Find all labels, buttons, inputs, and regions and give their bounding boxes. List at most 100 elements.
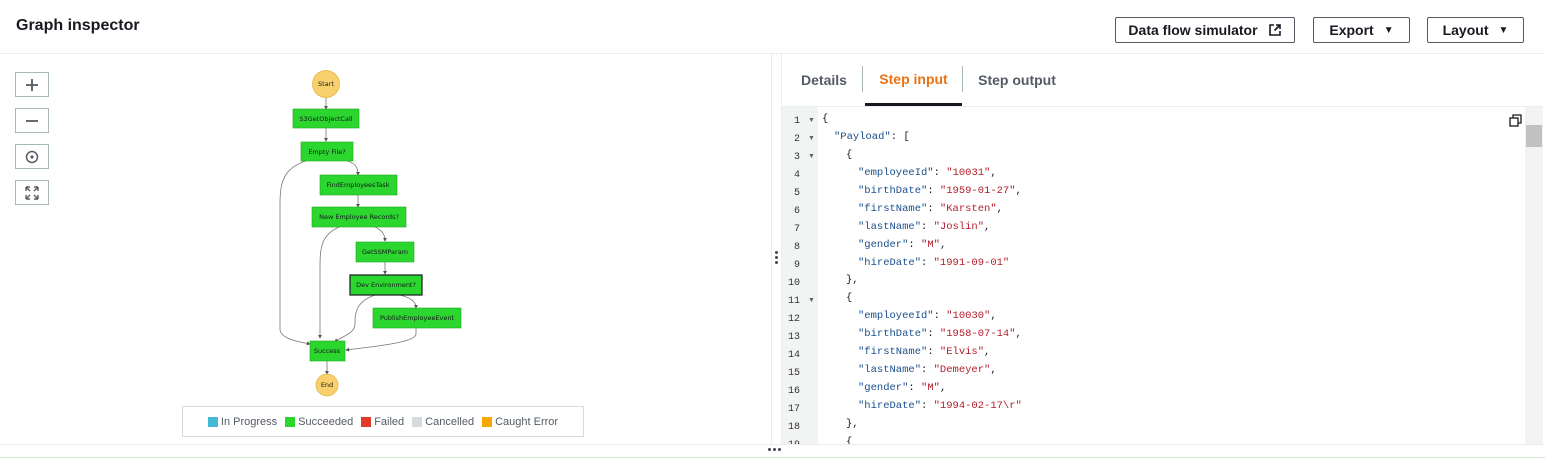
code-line: "Payload": [ xyxy=(834,131,910,143)
edge xyxy=(369,224,387,242)
data-flow-simulator-button[interactable]: Data flow simulator xyxy=(1115,17,1295,43)
legend-item-caught-error: Caught Error xyxy=(482,416,558,428)
code-line: "employeeId": "10031", xyxy=(858,167,997,179)
edge xyxy=(345,328,417,352)
state-node-dev-environment[interactable]: Dev Environment? xyxy=(349,274,423,296)
vertical-splitter[interactable] xyxy=(771,54,782,444)
line-number: 2 xyxy=(793,134,800,145)
code-line: "birthDate": "1959-01-27", xyxy=(858,185,1022,197)
node-label: Success xyxy=(314,347,341,355)
code-line: "lastName": "Demeyer", xyxy=(858,364,997,376)
edge xyxy=(279,158,313,346)
scrollbar-thumb[interactable] xyxy=(1526,125,1542,147)
editor-scrollbar[interactable] xyxy=(1525,107,1543,444)
end-node[interactable]: End xyxy=(315,373,339,397)
data-flow-simulator-label: Data flow simulator xyxy=(1128,22,1258,38)
line-number: 6 xyxy=(793,206,800,217)
tab-separator xyxy=(862,66,863,92)
line-number: 17 xyxy=(787,404,800,415)
layout-button[interactable]: Layout ▼ xyxy=(1427,17,1524,43)
code-line: "gender": "M", xyxy=(858,239,947,251)
code-line: }, xyxy=(846,274,859,286)
code-line: "firstName": "Elvis", xyxy=(858,346,991,358)
code-line: "employeeId": "10030", xyxy=(858,310,997,322)
line-number: 7 xyxy=(793,224,800,235)
start-node[interactable]: Start xyxy=(312,70,340,98)
layout-label: Layout xyxy=(1442,22,1489,38)
code-line: { xyxy=(846,436,853,444)
json-editor[interactable]: 1▼2▼3▼4567891011▼1213141516171819 { "Pay… xyxy=(782,107,1525,444)
node-label: New Employee Records? xyxy=(319,213,399,221)
line-number: 11 xyxy=(787,296,800,307)
node-label: Start xyxy=(318,80,334,88)
edge xyxy=(399,294,418,309)
caret-down-icon: ▼ xyxy=(1383,24,1394,36)
swatch xyxy=(361,416,372,427)
node-label: Empty File? xyxy=(308,148,345,156)
state-node-success[interactable]: Success xyxy=(309,340,346,362)
page-title: Graph inspector xyxy=(16,17,140,34)
swatch xyxy=(207,416,218,427)
fold-toggle-icon[interactable]: ▼ xyxy=(808,297,815,304)
node-label: Dev Environment? xyxy=(356,281,416,289)
drag-handle-icon[interactable] xyxy=(768,448,781,451)
legend-item-succeeded: Succeeded xyxy=(285,416,353,428)
tab-separator xyxy=(962,66,963,92)
divider xyxy=(0,457,1545,458)
details-pane: Details Step input Step output 1 ▼ 2 ▼ 3 ▼ 4 5 6… xyxy=(782,54,1543,444)
tab-bar: Details Step input Step output xyxy=(782,54,1543,107)
graph-pane: Start S3GetObjectCall Empty File? FindEm… xyxy=(0,54,771,444)
line-number: 5 xyxy=(793,188,800,199)
line-number: 4 xyxy=(793,170,800,181)
fold-toggle-icon[interactable]: ▼ xyxy=(808,117,815,124)
edge xyxy=(318,224,346,339)
code-line: { xyxy=(822,113,829,125)
legend-label: Caught Error xyxy=(495,415,559,428)
tab-details[interactable]: Details xyxy=(792,54,856,105)
code-line: { xyxy=(846,149,853,161)
line-number: 12 xyxy=(787,314,800,325)
state-node-empty-file[interactable]: Empty File? xyxy=(300,141,354,162)
node-label: GetSSMParam xyxy=(362,248,408,256)
horizontal-splitter[interactable] xyxy=(0,444,1545,462)
legend-label: In Progress xyxy=(220,415,278,428)
node-label: S3GetObjectCall xyxy=(299,115,352,123)
legend-item-failed: Failed xyxy=(361,416,404,428)
edge xyxy=(334,294,376,343)
state-node-s3getobjectcall[interactable]: S3GetObjectCall xyxy=(292,108,360,129)
external-link-icon xyxy=(1268,24,1281,36)
line-number: 18 xyxy=(787,422,800,433)
state-node-new-employee-records[interactable]: New Employee Records? xyxy=(311,206,407,228)
code-line: "hireDate": "1994-02-17\r" xyxy=(858,400,1022,412)
state-node-findemployeestask[interactable]: FindEmployeesTask xyxy=(319,174,398,196)
copy-icon[interactable] xyxy=(1509,114,1522,127)
line-number: 1 xyxy=(793,116,800,127)
tab-step-output[interactable]: Step output xyxy=(972,54,1062,105)
line-number: 9 xyxy=(793,260,800,271)
tab-step-input[interactable]: Step input xyxy=(865,54,962,106)
line-number: 16 xyxy=(787,386,800,397)
export-label: Export xyxy=(1329,22,1374,38)
state-node-publishemployeeevent[interactable]: PublishEmployeeEvent xyxy=(372,307,462,329)
swatch xyxy=(285,416,296,427)
code-line: "hireDate": "1991-09-01" xyxy=(858,257,1010,269)
swatch xyxy=(412,416,423,427)
swatch xyxy=(482,416,493,427)
legend-label: Succeeded xyxy=(298,415,354,428)
line-number: 13 xyxy=(787,332,800,343)
node-label: PublishEmployeeEvent xyxy=(380,314,454,322)
line-number: 3 xyxy=(793,152,800,163)
fold-toggle-icon[interactable]: ▼ xyxy=(808,135,815,142)
drag-handle-icon[interactable] xyxy=(775,251,778,264)
fold-toggle-icon[interactable]: ▼ xyxy=(808,153,815,160)
workflow-graph: Start S3GetObjectCall Empty File? FindEm… xyxy=(279,70,462,397)
export-button[interactable]: Export ▼ xyxy=(1313,17,1410,43)
code-line: { xyxy=(846,292,853,304)
code-line: }, xyxy=(846,418,859,430)
line-number: 14 xyxy=(787,350,800,361)
code-line: "gender": "M", xyxy=(858,382,947,394)
line-number: 15 xyxy=(787,368,800,379)
node-label: FindEmployeesTask xyxy=(327,181,390,189)
code-line: "firstName": "Karsten", xyxy=(858,203,1003,215)
state-node-getssmparam[interactable]: GetSSMParam xyxy=(355,241,415,263)
